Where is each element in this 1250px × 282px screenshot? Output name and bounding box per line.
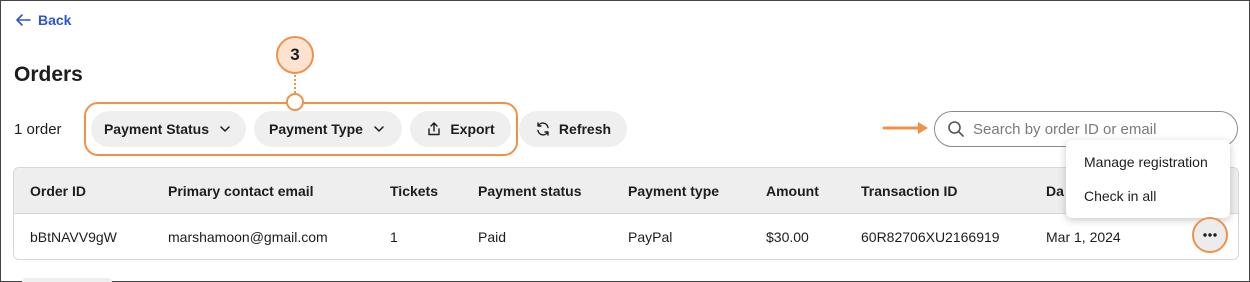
table-header: Order ID Primary contact email Tickets P… (14, 168, 1238, 214)
column-header-tickets[interactable]: Tickets (390, 168, 438, 214)
cell-email: marshamoon@gmail.com (168, 229, 328, 245)
arrow-right-icon (882, 122, 928, 134)
chevron-down-icon (374, 126, 384, 132)
cell-tickets: 1 (390, 229, 398, 245)
column-header-payment-type[interactable]: Payment type (628, 168, 719, 214)
callout-anchor-dot (286, 93, 304, 111)
payment-status-label: Payment Status (103, 121, 210, 137)
menu-item-check-in-all[interactable]: Check in all (1084, 188, 1156, 204)
refresh-icon (537, 122, 549, 136)
callout-connector (294, 71, 296, 93)
cell-transaction-id: 60R82706XU2166919 (861, 229, 1000, 245)
export-button[interactable]: Export (410, 111, 511, 147)
cell-payment-type: PayPal (628, 229, 673, 245)
export-label: Export (450, 121, 495, 137)
back-link[interactable]: Back (14, 11, 71, 29)
callout-number-badge: 3 (276, 36, 314, 74)
chevron-down-icon (220, 126, 230, 132)
cell-order-id: bBtNAVV9gW (30, 229, 117, 245)
payment-type-filter[interactable]: Payment Type (254, 111, 402, 147)
order-count: 1 order (14, 121, 62, 138)
table-row[interactable]: bBtNAVV9gW marshamoon@gmail.com 1 Paid P… (14, 214, 1238, 259)
row-actions-menu: Manage registration Check in all (1066, 140, 1230, 218)
column-header-order-id[interactable]: Order ID (30, 168, 86, 214)
cell-payment-status: Paid (478, 229, 507, 245)
refresh-button[interactable]: Refresh (519, 111, 627, 147)
row-more-button[interactable] (1192, 217, 1228, 253)
column-header-email[interactable]: Primary contact email (168, 168, 314, 214)
page-title: Orders (14, 63, 83, 86)
search-input[interactable] (973, 120, 1213, 138)
column-header-transaction-id[interactable]: Transaction ID (861, 168, 957, 214)
payment-status-filter[interactable]: Payment Status (91, 111, 246, 147)
menu-item-manage-registration[interactable]: Manage registration (1084, 154, 1208, 170)
search-icon (948, 121, 964, 137)
orders-table: Order ID Primary contact email Tickets P… (13, 167, 1239, 260)
refresh-label: Refresh (558, 121, 612, 137)
column-header-amount[interactable]: Amount (766, 168, 819, 214)
back-label: Back (38, 12, 72, 28)
column-header-payment-status[interactable]: Payment status (478, 168, 581, 214)
more-icon (1203, 233, 1217, 237)
arrow-left-icon (16, 14, 31, 26)
upload-icon (428, 122, 441, 136)
payment-type-label: Payment Type (269, 121, 363, 137)
column-header-date[interactable]: Da (1046, 168, 1064, 214)
cell-date: Mar 1, 2024 (1046, 229, 1121, 245)
cell-amount: $30.00 (766, 229, 809, 245)
pagination-control (22, 278, 112, 282)
